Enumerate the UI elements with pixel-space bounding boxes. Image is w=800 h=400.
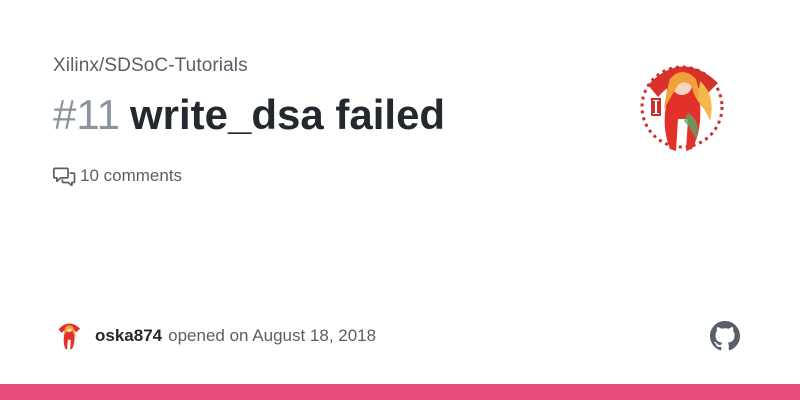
- github-mark-icon[interactable]: [710, 321, 740, 351]
- issue-title[interactable]: write_dsa failed: [130, 91, 445, 138]
- author-avatar-large[interactable]: [630, 55, 734, 159]
- issue-meta: oska874 opened on August 18, 2018: [53, 320, 376, 352]
- issue-number[interactable]: #11: [53, 91, 120, 138]
- author-avatar[interactable]: [53, 320, 85, 352]
- issue-title-line: #11 write_dsa failed: [53, 89, 445, 141]
- comments-label: 10 comments: [80, 166, 183, 185]
- opened-date: opened on August 18, 2018: [168, 326, 377, 345]
- issue-social-card: Xilinx/SDSoC-Tutorials #11 write_dsa fail…: [0, 0, 800, 400]
- avatar-illustration: [630, 55, 734, 159]
- comments-count[interactable]: 10 comments: [53, 166, 182, 186]
- accent-bar: [0, 384, 800, 400]
- avatar-illustration-small: [53, 320, 85, 352]
- repository-name[interactable]: Xilinx/SDSoC-Tutorials: [53, 55, 248, 77]
- comment-discussion-icon: [53, 167, 76, 186]
- author-username[interactable]: oska874: [95, 326, 162, 346]
